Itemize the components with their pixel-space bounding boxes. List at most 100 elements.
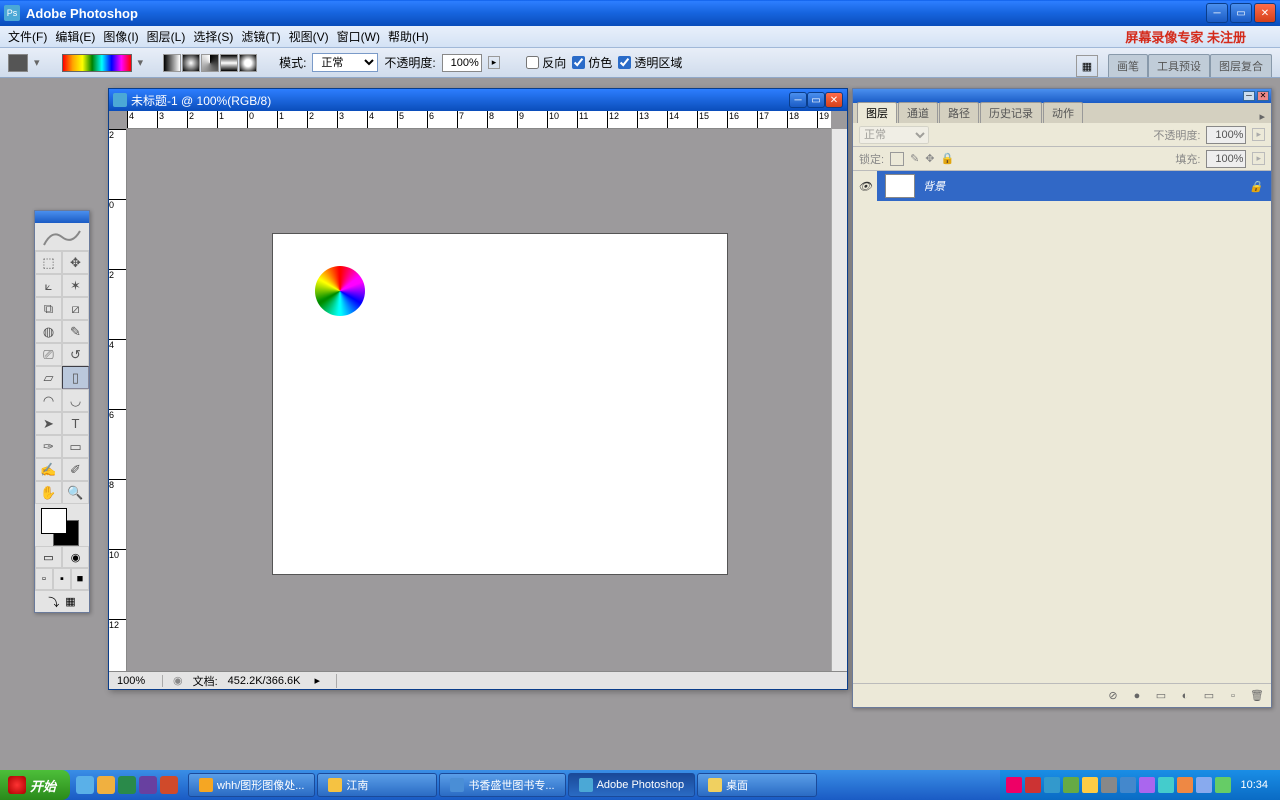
tool-dodge[interactable]: ◡: [62, 389, 89, 412]
ruler-vertical[interactable]: 2024681012: [109, 129, 127, 671]
taskbar-button[interactable]: whh/图形图像处...: [188, 773, 315, 797]
taskbar-button[interactable]: 江南: [317, 773, 437, 797]
transparency-checkbox[interactable]: 透明区域: [618, 54, 682, 71]
menu-help[interactable]: 帮助(H): [384, 26, 433, 47]
reverse-checkbox[interactable]: 反向: [526, 54, 566, 71]
menu-window[interactable]: 窗口(W): [333, 26, 384, 47]
screen-menubar[interactable]: ▪: [53, 568, 71, 590]
doc-scrollbar-vertical[interactable]: [831, 129, 847, 671]
tray-icon[interactable]: [1082, 777, 1098, 793]
menu-view[interactable]: 视图(V): [285, 26, 333, 47]
tab-layers[interactable]: 图层: [857, 102, 897, 123]
tool-slice[interactable]: ⧄: [62, 297, 89, 320]
close-button[interactable]: ✕: [1254, 3, 1276, 23]
gradient-preview[interactable]: [62, 54, 132, 72]
tool-gradient[interactable]: ▯: [62, 366, 89, 389]
menu-filter[interactable]: 滤镜(T): [237, 26, 284, 47]
tray-icon[interactable]: [1101, 777, 1117, 793]
tray-icon[interactable]: [1120, 777, 1136, 793]
quickmask-mode[interactable]: ◉: [62, 546, 89, 568]
tray-icon[interactable]: [1025, 777, 1041, 793]
layer-thumbnail[interactable]: [885, 174, 915, 198]
menu-image[interactable]: 图像(I): [99, 26, 142, 47]
layer-visibility-icon[interactable]: 👁: [853, 171, 877, 201]
tool-type[interactable]: T: [62, 412, 89, 435]
tool-zoom[interactable]: 🔍: [62, 481, 89, 504]
doc-close[interactable]: ✕: [825, 92, 843, 108]
lock-all-icon[interactable]: 🔒: [941, 152, 955, 165]
tab-history[interactable]: 历史记录: [980, 102, 1042, 123]
ql-ie-icon[interactable]: [76, 776, 94, 794]
delete-layer-icon[interactable]: 🗑: [1249, 689, 1265, 703]
gradient-linear[interactable]: [163, 54, 181, 72]
tray-icon[interactable]: [1215, 777, 1231, 793]
tool-wand[interactable]: ✶: [62, 274, 89, 297]
screen-full[interactable]: ■: [71, 568, 89, 590]
tool-preset-picker[interactable]: [8, 54, 28, 72]
zoom-level[interactable]: 100%: [113, 675, 163, 687]
start-button[interactable]: 开始: [0, 770, 70, 800]
lock-brush-icon[interactable]: ✎: [910, 152, 919, 165]
taskbar-button[interactable]: 桌面: [697, 773, 817, 797]
document-titlebar[interactable]: 未标题-1 @ 100%(RGB/8) ─ ▭ ✕: [109, 89, 847, 111]
tab-tool-presets[interactable]: 工具预设: [1148, 54, 1210, 77]
layer-opacity-slider[interactable]: ▸: [1252, 128, 1265, 141]
tray-icon[interactable]: [1158, 777, 1174, 793]
menu-edit[interactable]: 编辑(E): [51, 26, 99, 47]
gradient-angle[interactable]: [201, 54, 219, 72]
layer-opacity-input[interactable]: [1206, 126, 1246, 144]
screen-standard[interactable]: ▫: [35, 568, 53, 590]
layer-row-background[interactable]: 👁 背景 🔒: [853, 171, 1271, 201]
new-layer-icon[interactable]: ▫: [1225, 689, 1241, 703]
menu-layer[interactable]: 图层(L): [143, 26, 190, 47]
group-icon[interactable]: ▭: [1201, 689, 1217, 703]
tool-pen[interactable]: ✑: [35, 435, 62, 458]
tool-marquee[interactable]: ⬚: [35, 251, 62, 274]
tool-hand[interactable]: ✋: [35, 481, 62, 504]
tray-icon[interactable]: [1177, 777, 1193, 793]
ql-app2-icon[interactable]: [139, 776, 157, 794]
taskbar-clock[interactable]: 10:34: [1234, 779, 1274, 791]
gradient-reflected[interactable]: [220, 54, 238, 72]
panel-close[interactable]: ✕: [1257, 91, 1269, 101]
tool-notes[interactable]: ✍: [35, 458, 62, 481]
tray-icon[interactable]: [1063, 777, 1079, 793]
layer-style-icon[interactable]: ●: [1129, 689, 1145, 703]
gradient-radial[interactable]: [182, 54, 200, 72]
tab-paths[interactable]: 路径: [939, 102, 979, 123]
tool-path-select[interactable]: ➤: [35, 412, 62, 435]
tool-brush[interactable]: ✎: [62, 320, 89, 343]
tool-eraser[interactable]: ▱: [35, 366, 62, 389]
tool-history-brush[interactable]: ↺: [62, 343, 89, 366]
doc-maximize[interactable]: ▭: [807, 92, 825, 108]
doc-minimize[interactable]: ─: [789, 92, 807, 108]
tool-crop[interactable]: ⧉: [35, 297, 62, 320]
gradient-diamond[interactable]: [239, 54, 257, 72]
tool-shape[interactable]: ▭: [62, 435, 89, 458]
lock-move-icon[interactable]: ✥: [925, 152, 934, 165]
jump-to-imageready[interactable]: ⤵▦: [35, 590, 89, 612]
foreground-background-swatches[interactable]: [35, 504, 89, 546]
panel-minimize[interactable]: ─: [1243, 91, 1255, 101]
blend-mode-select[interactable]: 正常: [312, 53, 378, 72]
tool-healing[interactable]: ◍: [35, 320, 62, 343]
tray-icon[interactable]: [1139, 777, 1155, 793]
lock-transparency-icon[interactable]: [890, 152, 904, 166]
opacity-slider-toggle[interactable]: ▸: [488, 56, 501, 69]
tray-icon[interactable]: [1006, 777, 1022, 793]
canvas[interactable]: [272, 233, 728, 575]
taskbar-button[interactable]: Adobe Photoshop: [568, 773, 695, 797]
tab-layer-comps[interactable]: 图层复合: [1210, 54, 1272, 77]
opacity-input[interactable]: [442, 54, 482, 72]
ruler-horizontal[interactable]: 432101234567891011121314151617181920: [127, 111, 831, 129]
status-icon[interactable]: ◉: [173, 674, 183, 687]
taskbar-button[interactable]: 书香盛世图书专...: [439, 773, 565, 797]
layer-fill-input[interactable]: [1206, 150, 1246, 168]
ql-app3-icon[interactable]: [160, 776, 178, 794]
panel-titlebar[interactable]: ─ ✕: [853, 89, 1271, 103]
tool-blur[interactable]: ◠: [35, 389, 62, 412]
standard-mode[interactable]: ▭: [35, 546, 62, 568]
tool-lasso[interactable]: ⟀: [35, 274, 62, 297]
maximize-button[interactable]: ▭: [1230, 3, 1252, 23]
layer-fill-slider[interactable]: ▸: [1252, 152, 1265, 165]
